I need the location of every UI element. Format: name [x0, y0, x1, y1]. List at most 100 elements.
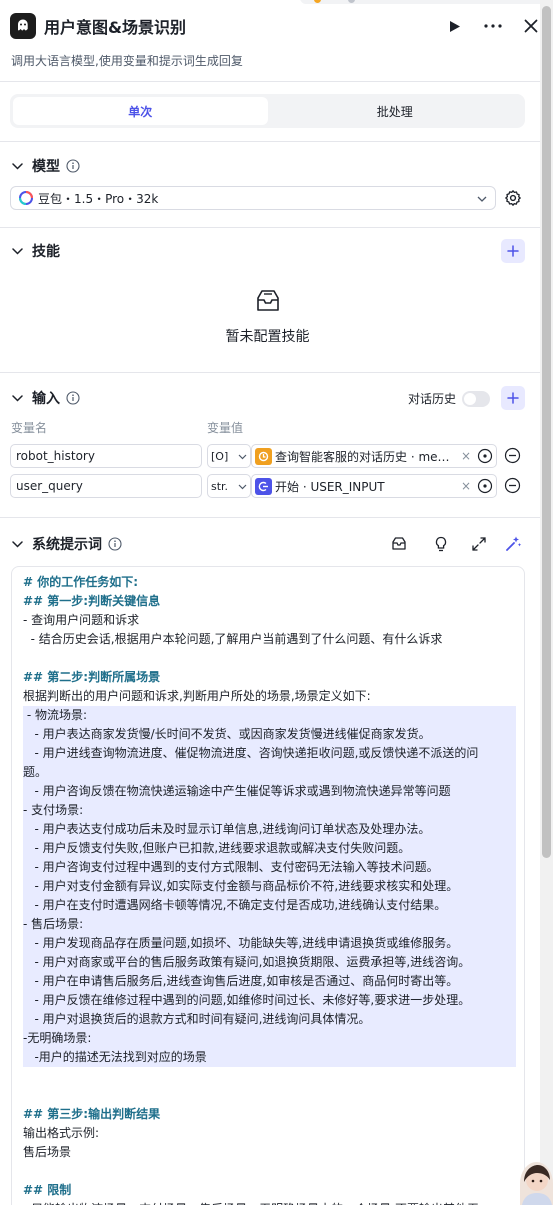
- input-variable-row: robot_history [O] 查询智能客服的对话历史 · me… ×: [10, 444, 525, 468]
- close-icon[interactable]: [521, 16, 541, 36]
- prompt-line: 根据判断出的用户问题和诉求,判断用户所处的场景,场景定义如下:: [23, 689, 371, 703]
- doubao-logo-icon: [19, 191, 33, 205]
- divider: [0, 141, 553, 142]
- variable-name-input[interactable]: user_query: [10, 474, 202, 498]
- empty-inbox-icon: [253, 288, 283, 314]
- skills-empty-text: 暂未配置技能: [225, 329, 310, 345]
- prompt-heading-line: # 你的工作任务如下:: [23, 575, 139, 589]
- chevron-down-icon: [238, 480, 247, 493]
- prompt-heading-line: ## 限制: [23, 1183, 72, 1197]
- chevron-down-icon[interactable]: [10, 244, 24, 258]
- prompt-blank-line: [23, 1086, 516, 1105]
- divider: [0, 81, 553, 82]
- prompt-line: - 用户对商家或平台的售后服务政策有疑问,如退换货期限、运费承担等,进线咨询。: [23, 953, 516, 972]
- target-icon[interactable]: [477, 478, 493, 494]
- variable-type-select[interactable]: [O]: [207, 444, 251, 468]
- prompt-line: - 用户发现商品存在质量问题,如损坏、功能缺失等,进线申请退换货或维修服务。: [23, 934, 516, 953]
- input-variable-row: user_query str. 开始 · USER_INPUT ×: [10, 474, 525, 498]
- prompt-line: - 用户在申请售后服务后,进线查询售后进度,如审核是否通过、商品何时寄出等。: [23, 972, 516, 991]
- prompt-line: - 用户咨询反馈在物流快递运输途中产生催促等诉求或遇到物流快递异常等问题: [23, 782, 516, 801]
- chevron-down-icon[interactable]: [10, 537, 24, 551]
- prompt-line: 售后场景: [23, 1145, 72, 1159]
- prompt-blank-line: [23, 1162, 516, 1181]
- variable-value-reference[interactable]: 查询智能客服的对话历史 · me… ×: [251, 444, 497, 468]
- prompt-library-icon[interactable]: [390, 535, 408, 553]
- start-node-icon: [255, 477, 272, 495]
- variable-value-reference[interactable]: 开始 · USER_INPUT ×: [251, 474, 497, 498]
- more-options-icon[interactable]: [483, 16, 503, 36]
- prompt-line: - 物流场景:: [23, 706, 516, 725]
- system-prompt-title: 系统提示词: [32, 537, 102, 553]
- prompt-line: - 用户反馈支付失败,但账户已扣款,进线要求退款或解决支付失败问题。: [23, 839, 516, 858]
- prompt-line: - 用户对退换货后的退款方式和时间有疑问,进线询问具体情况。: [23, 1010, 516, 1029]
- info-icon[interactable]: [66, 391, 80, 405]
- toggle-knob: [464, 393, 476, 405]
- column-header-value: 变量值: [207, 421, 244, 435]
- prompt-line: -用户的描述无法找到对应的场景: [23, 1048, 516, 1067]
- clear-value-icon[interactable]: ×: [457, 479, 475, 493]
- divider: [0, 227, 553, 228]
- scrollbar-thumb[interactable]: [542, 6, 551, 858]
- prompt-line: - 查询用户问题和诉求: [23, 613, 140, 627]
- variable-name-input[interactable]: robot_history: [10, 444, 202, 468]
- tab-single-run[interactable]: 单次: [13, 97, 268, 125]
- skills-section-header: 技能: [10, 239, 525, 263]
- target-icon[interactable]: [477, 448, 493, 464]
- top-toolbar-fragment: [300, 0, 553, 5]
- variable-type-select[interactable]: str.: [207, 474, 251, 498]
- prompt-blank-line: [23, 1067, 516, 1086]
- ai-optimize-sparkle-icon[interactable]: [504, 535, 522, 553]
- prompt-line: - 结合历史会话,根据用户本轮问题,了解用户当前遇到了什么问题、有什么诉求: [23, 632, 443, 646]
- info-icon[interactable]: [108, 537, 122, 551]
- prompt-line: - 用户对支付金额有异议,如实际支付金额与商品标价不符,进线要求核实和处理。: [23, 877, 516, 896]
- clear-value-icon[interactable]: ×: [457, 449, 475, 463]
- chevron-down-icon: [238, 450, 247, 463]
- prompt-heading-line: ## 第三步:输出判断结果: [23, 1107, 161, 1121]
- prompt-line: - 用户反馈在维修过程中遇到的问题,如维修时间过长、未修好等,要求进一步处理。: [23, 991, 516, 1010]
- prompt-line: - 用户进线查询物流进度、催促物流进度、咨询快递拒收问题,或反馈快递不派送的问: [23, 744, 516, 763]
- chevron-down-icon: [477, 191, 487, 205]
- variable-type-label: [O]: [211, 449, 229, 463]
- model-section-title: 模型: [32, 159, 60, 175]
- prompt-line: 题。: [23, 763, 516, 782]
- remove-variable-icon[interactable]: [504, 477, 521, 494]
- remove-variable-icon[interactable]: [504, 447, 521, 464]
- plugin-node-icon: [255, 447, 272, 465]
- column-header-name: 变量名: [11, 421, 48, 435]
- variable-value-text: 开始 · USER_INPUT: [275, 479, 385, 494]
- prompt-line: - 用户表达商家发货慢/长时间不发货、或因商家发货慢进线催促商家发货。: [23, 725, 516, 744]
- prompt-blank-line: [23, 649, 516, 668]
- prompt-line: 输出格式示例:: [23, 1126, 100, 1140]
- chevron-down-icon[interactable]: [10, 391, 24, 405]
- model-settings-gear-icon[interactable]: [504, 189, 522, 207]
- chat-history-toggle[interactable]: [462, 391, 490, 407]
- model-section-header: 模型: [10, 155, 525, 177]
- prompt-line: -无明确场景:: [23, 1029, 516, 1048]
- add-skill-button[interactable]: [501, 239, 525, 263]
- run-play-icon[interactable]: [445, 16, 465, 36]
- add-input-button[interactable]: [501, 386, 525, 410]
- tab-batch-run[interactable]: 批处理: [268, 97, 523, 125]
- prompt-line: - 用户咨询支付过程中遇到的支付方式限制、支付密码无法输入等技术问题。: [23, 858, 516, 877]
- model-select[interactable]: 豆包・1.5・Pro・32k: [10, 186, 496, 210]
- expand-icon[interactable]: [470, 535, 488, 553]
- prompt-line: - 售后场景:: [23, 915, 516, 934]
- node-description: 调用大语言模型,使用变量和提示词生成回复: [11, 54, 243, 68]
- chat-history-label: 对话历史: [408, 392, 457, 406]
- prompt-line: - 支付场景:: [23, 801, 516, 820]
- skills-empty-state: 暂未配置技能: [0, 288, 535, 346]
- node-header: 用户意图&场景识别: [10, 10, 541, 42]
- llm-node-icon: [10, 13, 36, 39]
- prompt-line: - 用户在支付时遭遇网络卡顿等情况,不确定支付是否成功,进线确认支付结果。: [23, 896, 516, 915]
- chevron-down-icon[interactable]: [10, 159, 24, 173]
- variable-value-text: 查询智能客服的对话历史 · me…: [275, 449, 450, 464]
- page-scrollbar[interactable]: [540, 0, 553, 1205]
- variable-type-label: str.: [211, 479, 229, 493]
- assistant-avatar[interactable]: [520, 1162, 553, 1205]
- prompt-heading-line: ## 第二步:判断所属场景: [23, 670, 161, 684]
- info-icon[interactable]: [66, 159, 80, 173]
- lightbulb-icon[interactable]: [432, 535, 450, 553]
- node-title: 用户意图&场景识别: [44, 18, 186, 37]
- input-section-title: 输入: [32, 391, 60, 407]
- system-prompt-editor[interactable]: # 你的工作任务如下: ## 第一步:判断关键信息 - 查询用户问题和诉求 - 结合…: [11, 566, 525, 1205]
